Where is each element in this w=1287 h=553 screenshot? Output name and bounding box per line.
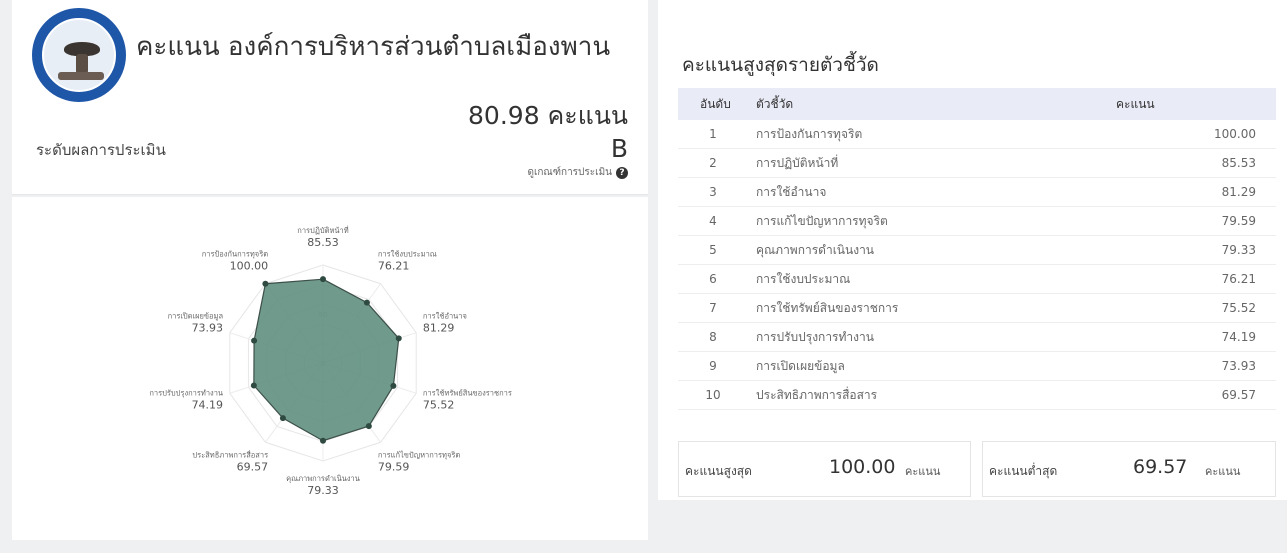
score-cell: 81.29: [1096, 177, 1276, 207]
ranking-title: คะแนนสูงสุดรายตัวชี้วัด: [682, 54, 879, 76]
rank-cell: 2: [678, 148, 748, 178]
radar-axis-label: การใช้งบประมาณ: [378, 250, 437, 259]
radar-value-label: 81.29: [423, 322, 455, 335]
table-row: 5 คุณภาพการดำเนินงาน 79.33: [678, 235, 1276, 265]
table-row: 8 การปรับปรุงการทำงาน 74.19: [678, 322, 1276, 352]
total-score: 80.98 คะแนน: [468, 101, 628, 130]
table-row: 1 การป้องกันการทุจริต 100.00: [678, 120, 1276, 149]
organization-logo: [32, 8, 126, 102]
rank-cell: 9: [678, 351, 748, 381]
indicator-header: ตัวชี้วัด: [756, 96, 794, 111]
radar-chart-card: 050การปฏิบัติหน้าที่85.53การใช้งบประมาณ7…: [12, 197, 648, 540]
radar-data-point[interactable]: [320, 276, 326, 283]
indicator-cell: การแก้ไขปัญหาการทุจริต: [748, 206, 1096, 236]
ranking-table: อันดับ ตัวชี้วัด คะแนน 1 การป้องกันการทุจ…: [678, 88, 1276, 410]
rank-cell: 1: [678, 120, 748, 149]
indicator-cell: ประสิทธิภาพการสื่อสาร: [748, 380, 1096, 410]
radar-data-point[interactable]: [262, 280, 269, 287]
radar-axis-label: การใช้อำนาจ: [423, 312, 467, 321]
indicator-cell: การเปิดเผยข้อมูล: [748, 351, 1096, 381]
rank-cell: 7: [678, 293, 748, 323]
rank-cell: 3: [678, 177, 748, 207]
score-cell: 74.19: [1096, 322, 1276, 352]
score-cell: 79.59: [1096, 206, 1276, 236]
radar-data-point[interactable]: [395, 335, 402, 342]
ranking-card: คะแนนสูงสุดรายตัวชี้วัด อันดับ ตัวชี้วัด…: [658, 0, 1287, 500]
indicator-cell: การป้องกันการทุจริต: [748, 120, 1096, 149]
criteria-link-label: ดูเกณฑ์การประเมิน: [527, 167, 612, 178]
radar-value-label: 69.57: [237, 460, 269, 473]
rank-cell: 5: [678, 235, 748, 265]
radar-series-area: [253, 278, 400, 442]
criteria-link[interactable]: ดูเกณฑ์การประเมิน?: [527, 165, 628, 180]
radar-data-point[interactable]: [390, 382, 397, 389]
level-label: ระดับผลการประเมิน: [36, 141, 166, 159]
radar-data-point[interactable]: [320, 437, 326, 444]
radar-data-point[interactable]: [363, 299, 370, 306]
min-score-value: 69.57: [1133, 456, 1188, 478]
score-cell: 100.00: [1096, 120, 1276, 149]
radar-data-point[interactable]: [365, 423, 372, 430]
radar-axis-label: การปฏิบัติหน้าที่: [297, 225, 348, 235]
score-summary-card: คะแนน องค์การบริหารส่วนตำบลเมืองพาน 80.9…: [12, 0, 648, 195]
score-cell: 79.33: [1096, 235, 1276, 265]
radar-axis-label: คุณภาพการดำเนินงาน: [286, 474, 360, 483]
help-icon[interactable]: ?: [616, 167, 628, 179]
table-row: 2 การปฏิบัติหน้าที่ 85.53: [678, 148, 1276, 178]
max-score-value: 100.00: [829, 456, 896, 478]
indicator-cell: การปฏิบัติหน้าที่: [748, 148, 1096, 178]
rank-cell: 4: [678, 206, 748, 236]
table-header-row: อันดับ ตัวชี้วัด คะแนน: [678, 88, 1276, 120]
rank-cell: 6: [678, 264, 748, 294]
radar-value-label: 85.53: [307, 236, 339, 249]
radar-axis-label: การปรับปรุงการทำงาน: [149, 388, 223, 397]
radar-data-point[interactable]: [279, 415, 286, 422]
indicator-cell: การปรับปรุงการทำงาน: [748, 322, 1096, 352]
min-score-unit: คะแนน: [1205, 465, 1241, 478]
radar-value-label: 75.52: [423, 398, 455, 411]
score-cell: 75.52: [1096, 293, 1276, 323]
table-row: 7 การใช้ทรัพย์สินของราชการ 75.52: [678, 293, 1276, 323]
radar-value-label: 74.19: [192, 398, 224, 411]
radar-value-label: 76.21: [378, 260, 410, 273]
table-row: 6 การใช้งบประมาณ 76.21: [678, 264, 1276, 294]
radar-value-label: 100.00: [230, 260, 269, 273]
radar-data-point[interactable]: [250, 382, 257, 389]
indicator-cell: การใช้ทรัพย์สินของราชการ: [748, 293, 1096, 323]
min-score-box: คะแนนต่ำสุด 69.57 คะแนน: [982, 441, 1276, 497]
radar-axis-label: การป้องกันการทุจริต: [202, 250, 269, 259]
table-row: 9 การเปิดเผยข้อมูล 73.93: [678, 351, 1276, 381]
radar-data-point[interactable]: [251, 337, 258, 344]
table-row: 4 การแก้ไขปัญหาการทุจริต 79.59: [678, 206, 1276, 236]
max-score-box: คะแนนสูงสุด 100.00 คะแนน: [678, 441, 971, 497]
score-cell: 76.21: [1096, 264, 1276, 294]
radar-value-label: 79.59: [378, 460, 410, 473]
min-score-label: คะแนนต่ำสุด: [989, 464, 1058, 478]
score-cell: 73.93: [1096, 351, 1276, 381]
score-cell: 69.57: [1096, 380, 1276, 410]
radar-axis-label: การแก้ไขปัญหาการทุจริต: [378, 450, 461, 459]
radar-axis-label: การใช้ทรัพย์สินของราชการ: [423, 388, 512, 397]
page-title: คะแนน องค์การบริหารส่วนตำบลเมืองพาน: [136, 32, 611, 62]
radar-axis-label: ประสิทธิภาพการสื่อสาร: [192, 449, 268, 459]
indicator-cell: การใช้งบประมาณ: [748, 264, 1096, 294]
table-row: 10 ประสิทธิภาพการสื่อสาร 69.57: [678, 380, 1276, 410]
radar-chart: 050การปฏิบัติหน้าที่85.53การใช้งบประมาณ7…: [149, 225, 512, 497]
max-score-unit: คะแนน: [905, 465, 941, 478]
rank-header: อันดับ: [700, 96, 731, 111]
rank-cell: 8: [678, 322, 748, 352]
max-score-label: คะแนนสูงสุด: [685, 464, 752, 478]
radar-value-label: 73.93: [192, 322, 224, 335]
score-header: คะแนน: [1116, 96, 1155, 111]
indicator-cell: การใช้อำนาจ: [748, 177, 1096, 207]
radar-value-label: 79.33: [307, 484, 339, 497]
rank-cell: 10: [678, 380, 748, 410]
level-value: B: [610, 134, 628, 163]
radar-axis-label: การเปิดเผยข้อมูล: [168, 312, 224, 321]
score-cell: 85.53: [1096, 148, 1276, 178]
table-row: 3 การใช้อำนาจ 81.29: [678, 177, 1276, 207]
indicator-cell: คุณภาพการดำเนินงาน: [748, 235, 1096, 265]
